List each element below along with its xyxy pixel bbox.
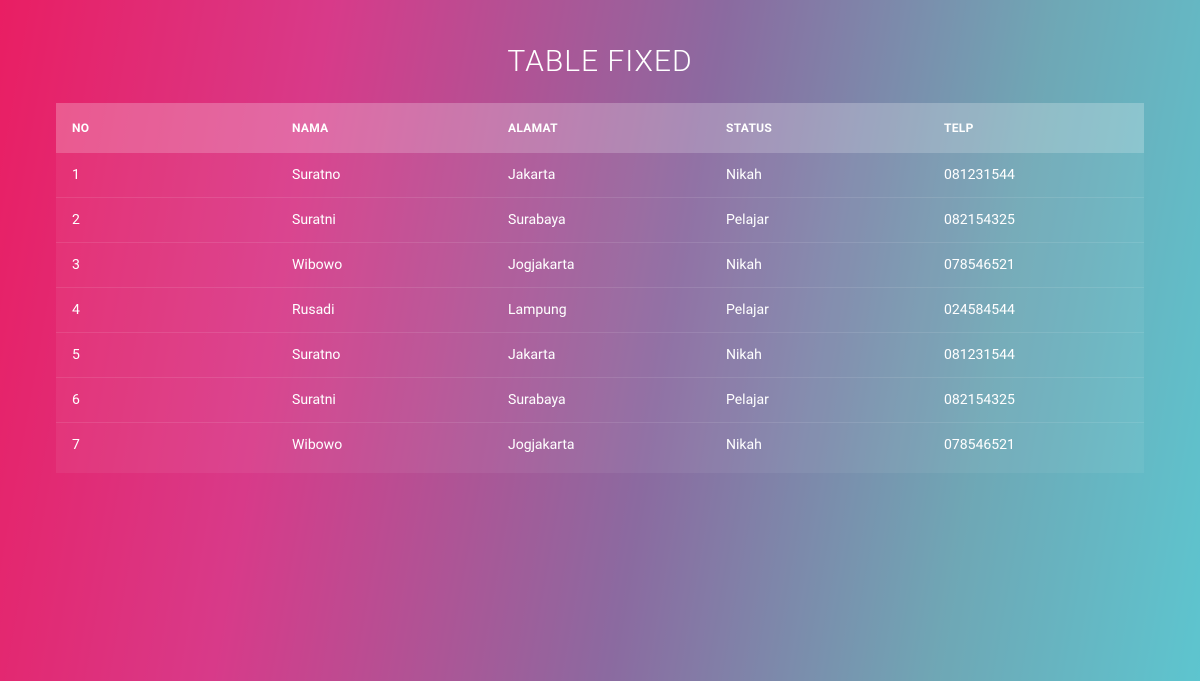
cell-nama: Wibowo <box>276 437 492 453</box>
cell-nama: Wibowo <box>276 257 492 273</box>
cell-no: 7 <box>56 437 276 453</box>
table-row: 3 Wibowo Jogjakarta Nikah 078546521 <box>56 242 1144 287</box>
cell-telp: 078546521 <box>928 257 1128 273</box>
table-row: 5 Suratno Jakarta Nikah 081231544 <box>56 332 1144 377</box>
table-body-scroll[interactable]: 1 Suratno Jakarta Nikah 081231544 2 Sura… <box>56 153 1144 473</box>
col-header-no: NO <box>56 121 276 135</box>
col-header-nama: NAMA <box>276 121 492 135</box>
cell-status: Nikah <box>710 437 928 453</box>
cell-telp: 078546521 <box>928 437 1128 453</box>
cell-status: Nikah <box>710 167 928 183</box>
cell-alamat: Surabaya <box>492 212 710 228</box>
cell-telp: 081231544 <box>928 167 1128 183</box>
cell-no: 3 <box>56 257 276 273</box>
table-row: 4 Rusadi Lampung Pelajar 024584544 <box>56 287 1144 332</box>
cell-alamat: Lampung <box>492 302 710 318</box>
table-container: NO NAMA ALAMAT STATUS TELP 1 Suratno Jak… <box>56 103 1144 473</box>
cell-alamat: Jakarta <box>492 167 710 183</box>
cell-nama: Rusadi <box>276 302 492 318</box>
cell-telp: 082154325 <box>928 212 1128 228</box>
cell-no: 2 <box>56 212 276 228</box>
cell-nama: Suratni <box>276 212 492 228</box>
cell-nama: Suratni <box>276 392 492 408</box>
table-row: 1 Suratno Jakarta Nikah 081231544 <box>56 153 1144 197</box>
cell-no: 1 <box>56 167 276 183</box>
table-row: 6 Suratni Surabaya Pelajar 082154325 <box>56 377 1144 422</box>
cell-status: Nikah <box>710 257 928 273</box>
col-header-alamat: ALAMAT <box>492 121 710 135</box>
cell-nama: Suratno <box>276 167 492 183</box>
col-header-status: STATUS <box>710 121 928 135</box>
table-header: NO NAMA ALAMAT STATUS TELP <box>56 103 1144 153</box>
cell-no: 6 <box>56 392 276 408</box>
cell-telp: 081231544 <box>928 347 1128 363</box>
cell-status: Pelajar <box>710 392 928 408</box>
cell-alamat: Jogjakarta <box>492 257 710 273</box>
table-row: 7 Wibowo Jogjakarta Nikah 078546521 <box>56 422 1144 467</box>
cell-no: 4 <box>56 302 276 318</box>
cell-alamat: Jogjakarta <box>492 437 710 453</box>
cell-telp: 082154325 <box>928 392 1128 408</box>
cell-nama: Suratno <box>276 347 492 363</box>
cell-no: 5 <box>56 347 276 363</box>
cell-alamat: Surabaya <box>492 392 710 408</box>
cell-telp: 024584544 <box>928 302 1128 318</box>
col-header-telp: TELP <box>928 121 1128 135</box>
cell-status: Pelajar <box>710 212 928 228</box>
page-title: TABLE FIXED <box>507 44 692 79</box>
cell-status: Nikah <box>710 347 928 363</box>
cell-status: Pelajar <box>710 302 928 318</box>
table-row: 2 Suratni Surabaya Pelajar 082154325 <box>56 197 1144 242</box>
cell-alamat: Jakarta <box>492 347 710 363</box>
